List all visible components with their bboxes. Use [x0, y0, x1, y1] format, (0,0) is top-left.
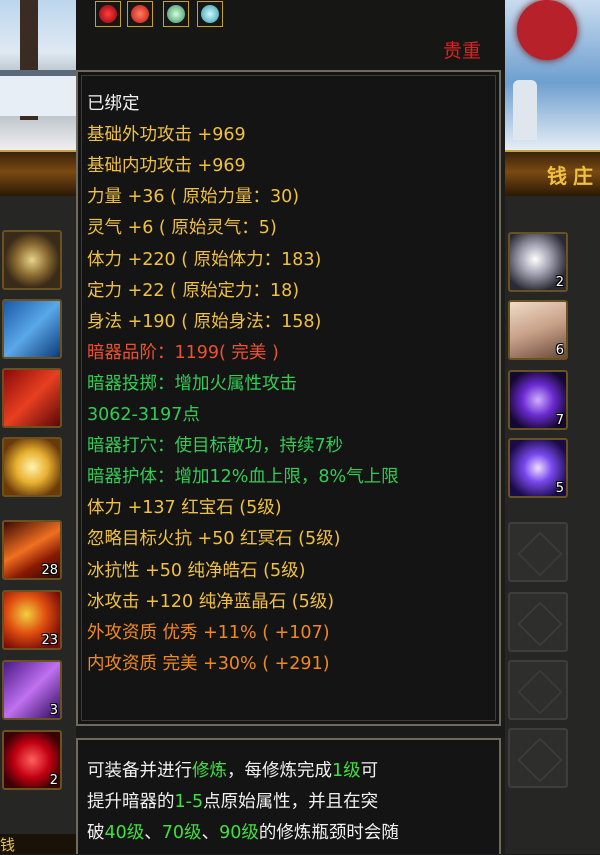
item-description: 可装备并进行修炼，每修炼完成1级可 提升暗器的1-5点原始属性，并且在突 破40… — [76, 738, 501, 854]
game-scene-right — [505, 0, 600, 150]
shop-slot-purple-crystal[interactable]: 7 — [508, 370, 568, 430]
tooltip-separator — [76, 726, 505, 738]
inventory-slot-purple-scroll[interactable]: 3 — [2, 660, 62, 720]
description-line-2: 提升暗器的1-5点原始属性，并且在突 — [87, 792, 379, 812]
shop-title: 钱庄 — [547, 164, 599, 188]
tooltip-stat-line: 已绑定 — [87, 94, 140, 114]
tooltip-stat-line: 冰抗性 +50 纯净皓石 (5级) — [87, 560, 306, 581]
shop-slot-empty[interactable] — [508, 592, 568, 652]
tooltip-stat-line: 外攻资质 优秀 +11% ( +107) — [87, 622, 330, 643]
tooltip-stat-line: 体力 +137 红宝石 (5级) — [87, 498, 282, 519]
inventory-slot-fire-dragon[interactable]: 23 — [2, 590, 62, 650]
tooltip-stat-line: 体力 +220 ( 原始体力：183) — [87, 249, 322, 270]
tooltip-stat-line: 基础外功攻击 +969 — [87, 125, 246, 146]
bottom-currency-bar: 钱 — [0, 834, 76, 854]
shop-slot-magic-orb[interactable]: 5 — [508, 438, 568, 498]
item-tooltip: 已绑定基础外功攻击 +969 基础内功攻击 +969 力量 +36 ( 原始力量：3… — [76, 70, 501, 726]
currency-label: 钱 — [0, 836, 16, 854]
tooltip-stat-line: 暗器品阶：1199( 完美 ) — [87, 342, 279, 363]
inventory-slot-fire-scroll[interactable]: 28 — [2, 520, 62, 580]
tooltip-stat-line: 3062-3197点 — [87, 405, 200, 425]
shop-header-left — [0, 150, 76, 198]
description-line-3: 破40级、70级、90级的修炼瓶颈时会随 — [87, 823, 399, 843]
tooltip-stat-line: 暗器打穴：使目标散功，持续7秒 — [87, 436, 344, 457]
inventory-slot-ring[interactable] — [2, 230, 62, 290]
inventory-slot-lotus[interactable] — [2, 437, 62, 497]
tooltip-stat-line: 定力 +22 ( 原始定力：18) — [87, 280, 300, 301]
shop-slot-diamond[interactable]: 2 — [508, 232, 568, 292]
tooltip-stat-line: 力量 +36 ( 原始力量：30) — [87, 187, 300, 208]
inventory-slot-red-orb[interactable]: 2 — [2, 730, 62, 790]
snowy-roof — [0, 70, 76, 116]
tooltip-stat-line: 内攻资质 完美 +30% ( +291) — [87, 653, 330, 674]
shop-slot-empty[interactable] — [508, 522, 568, 582]
red-orb-icon — [127, 1, 153, 27]
shop-header: 钱庄 — [505, 150, 600, 198]
tooltip-stat-line: 暗器护体：增加12%血上限，8%气上限 — [87, 467, 399, 488]
inventory-slot-feather[interactable] — [2, 368, 62, 428]
green-rune-icon — [163, 1, 189, 27]
tooltip-stat-line: 身法 +190 ( 原始身法：158) — [87, 311, 322, 332]
tooltip-stat-line: 暗器投掷：增加火属性攻击 — [87, 373, 297, 394]
game-scene-left — [0, 0, 76, 150]
shop-slot-empty[interactable] — [508, 728, 568, 788]
red-rune-icon — [95, 1, 121, 27]
red-lantern — [517, 0, 577, 60]
inventory-slot-needle[interactable] — [2, 299, 62, 359]
tooltip-stat-line: 灵气 +6 ( 原始灵气：5) — [87, 218, 277, 239]
description-line-1: 可装备并进行修炼，每修炼完成1级可 — [87, 761, 379, 781]
teal-orb-icon — [197, 1, 223, 27]
shop-slot-empty[interactable] — [508, 660, 568, 720]
tooltip-stat-line: 冰攻击 +120 纯净蓝晶石 (5级) — [87, 591, 335, 612]
tooltip-header: 贵重 — [76, 0, 505, 70]
tooltip-stat-line: 忽略目标火抗 +50 红冥石 (5级) — [87, 529, 341, 550]
rarity-label: 贵重 — [442, 40, 481, 62]
stone-lamp — [513, 80, 537, 140]
tooltip-stat-line: 基础内功攻击 +969 — [87, 156, 246, 177]
shop-slot-cloth[interactable]: 6 — [508, 300, 568, 360]
